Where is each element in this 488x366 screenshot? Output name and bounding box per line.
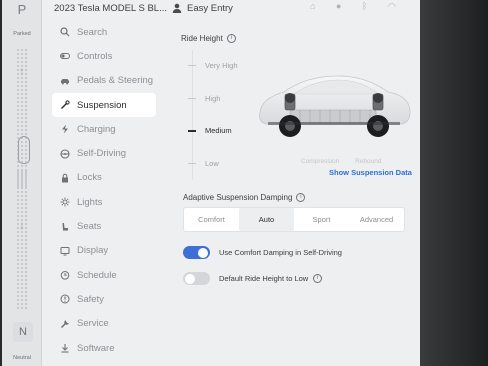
bell-icon[interactable]: ● (336, 1, 341, 11)
ride-height-tick (188, 65, 196, 66)
damping-option-advanced[interactable]: Advanced (349, 208, 404, 231)
home-icon[interactable]: ⌂ (310, 1, 315, 11)
nav-label: Lights (77, 196, 103, 208)
gear-park[interactable]: P (10, 2, 34, 17)
car-icon (60, 76, 70, 86)
nav-item-schedule[interactable]: Schedule (52, 263, 156, 287)
nav-item-seats[interactable]: Seats (52, 214, 156, 238)
gear-slider-track-lower (16, 170, 28, 310)
car-top-view-icon (18, 136, 30, 164)
search-icon (60, 27, 70, 37)
bolt-icon (60, 124, 70, 134)
screen-bezel (420, 0, 488, 366)
nav-item-pedals-steering[interactable]: Pedals & Steering (52, 69, 156, 93)
down-arrow-icon: ↓ (19, 218, 25, 232)
top-bar: 2023 Tesla MODEL S BL... Easy Entry ⌂ ● … (42, 0, 420, 16)
ride-height-option-low[interactable]: Low (205, 159, 219, 168)
nav-item-charging[interactable]: Charging (52, 117, 156, 141)
toggle-knob (185, 273, 195, 284)
suspension-data-legend: Compression Rebound (301, 158, 411, 165)
nav-item-display[interactable]: Display (52, 239, 156, 263)
ride-height-tick-selected (188, 130, 196, 132)
nav-item-service[interactable]: Service (52, 312, 156, 336)
steering-wheel-icon (60, 149, 70, 159)
damping-heading: Adaptive Suspension Damping i (183, 193, 306, 202)
comfort-damping-toggle[interactable] (183, 246, 210, 259)
nav-item-software[interactable]: Software (52, 336, 156, 360)
damping-segmented-control: Comfort Auto Sport Advanced (183, 207, 405, 232)
toggle-icon (60, 51, 70, 61)
gear-neutral[interactable]: N (13, 322, 33, 342)
info-icon[interactable]: i (226, 34, 236, 43)
ride-height-option-high[interactable]: High (205, 94, 220, 103)
default-ride-height-low-label: Default Ride Height to Low (219, 274, 309, 283)
ride-height-selector[interactable]: Very High High Medium Low (182, 50, 246, 180)
gear-rail[interactable]: P Parked ↑ ↓ N Neutral (2, 0, 42, 366)
gear-park-label: Parked (13, 31, 31, 37)
nav-label: Software (77, 342, 115, 354)
nav-item-controls[interactable]: Controls (52, 44, 156, 68)
driver-profile-name[interactable]: Easy Entry (187, 3, 233, 14)
nav-item-locks[interactable]: Locks (52, 166, 156, 190)
ride-height-heading: Ride Height i (181, 34, 236, 43)
damping-title: Adaptive Suspension Damping (183, 193, 293, 202)
default-ride-height-low-label-wrap: Default Ride Height to Low i (219, 274, 323, 283)
nav-label: Charging (77, 123, 116, 135)
nav-label: Locks (77, 172, 102, 184)
wifi-icon[interactable]: ◠ (388, 1, 396, 12)
car-suspension-illustration (259, 75, 411, 137)
damping-option-auto[interactable]: Auto (239, 208, 294, 231)
info-icon[interactable]: i (296, 193, 306, 202)
nav-label: Seats (77, 221, 102, 233)
damping-option-comfort[interactable]: Comfort (184, 208, 239, 231)
shield-icon (60, 294, 70, 304)
default-ride-height-low-toggle[interactable] (183, 272, 210, 285)
nav-label: Service (77, 318, 109, 330)
comfort-damping-row: Use Comfort Damping in Self-Driving (183, 246, 342, 259)
ride-height-track-line (192, 50, 193, 180)
nav-label: Pedals & Steering (77, 75, 154, 87)
compression-label: Compression (301, 158, 340, 165)
ride-height-title: Ride Height (181, 34, 223, 43)
nav-label: Safety (77, 293, 104, 305)
show-suspension-data-link[interactable]: Show Suspension Data (329, 168, 412, 177)
touchscreen: P Parked ↑ ↓ N Neutral 2023 Tesla MODEL … (2, 0, 420, 366)
display-icon (60, 246, 70, 256)
gear-neutral-label: Neutral (13, 355, 31, 361)
up-arrow-icon: ↑ (19, 64, 25, 78)
sun-icon (60, 197, 70, 207)
rebound-label: Rebound (355, 158, 382, 165)
clock-icon (60, 270, 70, 280)
bluetooth-icon[interactable]: ᛒ (362, 1, 367, 11)
nav-item-lights[interactable]: Lights (52, 190, 156, 214)
person-icon[interactable] (172, 3, 182, 13)
wrench-icon (60, 100, 70, 110)
ride-height-option-medium[interactable]: Medium (205, 126, 232, 135)
ride-height-tick (188, 163, 196, 164)
nav-label: Controls (77, 50, 113, 62)
download-icon (60, 343, 70, 353)
nav-item-suspension[interactable]: Suspension (52, 92, 156, 118)
nav-item-self-driving[interactable]: Self-Driving (52, 141, 156, 165)
nav-label: Display (77, 245, 109, 257)
toggle-knob (198, 247, 208, 258)
info-icon[interactable]: i (313, 274, 323, 283)
nav-label: Search (77, 26, 108, 38)
nav-item-safety[interactable]: Safety (52, 287, 156, 311)
default-ride-height-low-row: Default Ride Height to Low i (183, 272, 323, 285)
nav-label: Self-Driving (77, 148, 127, 160)
seat-icon (60, 222, 70, 232)
ride-height-tick (188, 98, 196, 99)
ride-height-option-very-high[interactable]: Very High (205, 61, 238, 70)
settings-nav: Search Controls Pedals & Steering Suspen… (52, 20, 156, 360)
nav-label: Schedule (77, 269, 117, 281)
lock-icon (60, 173, 70, 183)
wrench-icon (60, 319, 70, 329)
comfort-damping-label: Use Comfort Damping in Self-Driving (219, 248, 342, 257)
nav-item-search[interactable]: Search (52, 20, 156, 44)
nav-label: Suspension (77, 99, 127, 111)
damping-option-sport[interactable]: Sport (294, 208, 349, 231)
car-name[interactable]: 2023 Tesla MODEL S BL... (54, 3, 167, 14)
